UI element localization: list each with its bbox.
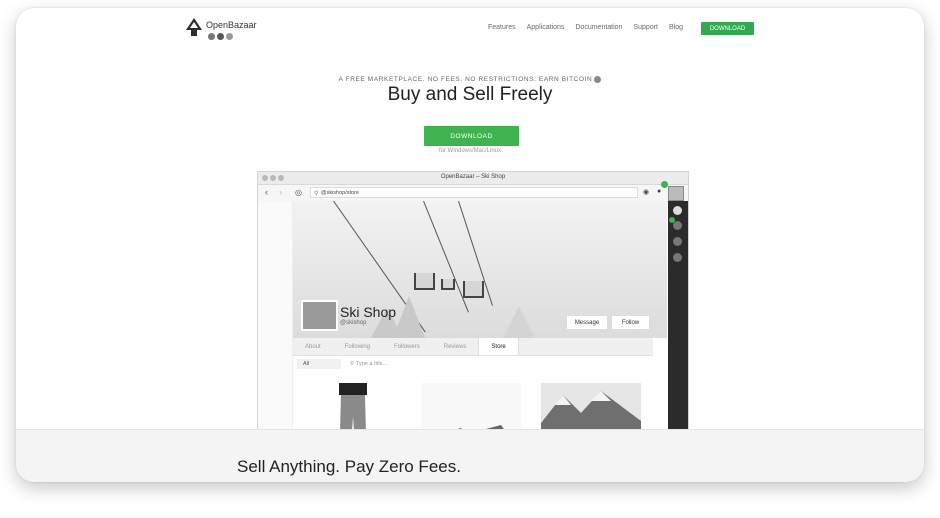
tab-reviews[interactable]: Reviews: [432, 338, 479, 355]
crypto-coin-icons: [208, 33, 233, 40]
page-frame: OpenBazaar Features Applications Documen…: [16, 8, 924, 482]
openbazaar-logo[interactable]: OpenBazaar: [186, 18, 257, 40]
store-tabs: About Following Followers Reviews Store: [293, 338, 653, 356]
section-title: Sell Anything. Pay Zero Fees.: [237, 457, 461, 476]
nav-link-support[interactable]: Support: [633, 24, 658, 31]
openbazaar-logo-icon: [186, 18, 202, 36]
tab-followers[interactable]: Followers: [382, 338, 432, 355]
platforms-note: for Windows/Mac/Linux: [438, 148, 502, 154]
bitcoin-icon: [208, 33, 215, 40]
shop-handle: @skishop: [340, 320, 367, 326]
target-icon[interactable]: ◎: [295, 188, 302, 197]
hero-tagline: A FREE MARKETPLACE. NO FEES. NO RESTRICT…: [16, 76, 924, 83]
follow-button[interactable]: Follow: [611, 315, 650, 330]
back-arrow-icon[interactable]: ‹: [265, 188, 268, 197]
app-window: OpenBazaar – Ski Shop ‹ › ◎ ⚲ @skishop/s…: [257, 171, 689, 473]
notification-badge: [661, 181, 668, 188]
tab-following[interactable]: Following: [333, 338, 382, 355]
forward-arrow-icon[interactable]: ›: [279, 188, 282, 197]
message-button[interactable]: Message: [566, 315, 608, 330]
user-avatar[interactable]: [668, 186, 684, 201]
search-icon: ⚲: [350, 361, 355, 367]
window-title: OpenBazaar – Ski Shop: [440, 174, 506, 180]
bitcoin-icon: [594, 76, 602, 83]
snow-tree: [503, 306, 535, 338]
eye-icon[interactable]: ◉: [643, 188, 649, 196]
chairlift-chair: [463, 281, 484, 298]
shop-name: Ski Shop: [340, 304, 397, 320]
header-download-button[interactable]: DOWNLOAD: [701, 22, 754, 35]
chat-bubble-icon[interactable]: [673, 206, 682, 215]
nav-link-applications[interactable]: Applications: [527, 24, 565, 31]
address-bar: ‹ › ◎ ⚲ @skishop/store ◉ ●: [258, 181, 688, 202]
brand-name: OpenBazaar: [206, 20, 257, 30]
top-nav: Features Applications Documentation Supp…: [488, 24, 683, 31]
nav-link-features[interactable]: Features: [488, 24, 516, 31]
contact-avatar-icon[interactable]: [673, 221, 682, 230]
store-search-input[interactable]: ⚲ Type a title...: [350, 359, 648, 369]
bitcoin-cash-icon: [226, 33, 233, 40]
tagline-text: A FREE MARKETPLACE. NO FEES. NO RESTRICT…: [338, 76, 593, 84]
hero-title: Buy and Sell Freely: [387, 84, 553, 105]
nav-link-blog[interactable]: Blog: [669, 24, 683, 31]
window-titlebar: OpenBazaar – Ski Shop: [258, 172, 688, 185]
features-section: [16, 429, 924, 482]
tab-store[interactable]: Store: [478, 338, 519, 355]
chairlift-chair: [441, 279, 455, 290]
address-text: @skishop/store: [321, 189, 359, 196]
tab-about[interactable]: About: [293, 338, 333, 355]
chairlift-chair: [414, 273, 435, 290]
contact-avatar-icon[interactable]: [673, 253, 682, 262]
contact-avatar-icon[interactable]: [673, 237, 682, 246]
zcash-icon: [217, 33, 224, 40]
address-input[interactable]: ⚲ @skishop/store: [310, 187, 638, 198]
shop-avatar[interactable]: [301, 300, 338, 331]
hero-download-button[interactable]: DOWNLOAD: [424, 126, 519, 146]
search-icon: ⚲: [314, 191, 319, 197]
bell-icon[interactable]: ●: [657, 188, 661, 195]
store-search-placeholder: Type a title...: [356, 361, 388, 367]
shop-banner-image: Ski Shop @skishop Message Follow: [293, 201, 667, 338]
category-filter[interactable]: All: [297, 359, 341, 369]
nav-link-documentation[interactable]: Documentation: [575, 24, 622, 31]
